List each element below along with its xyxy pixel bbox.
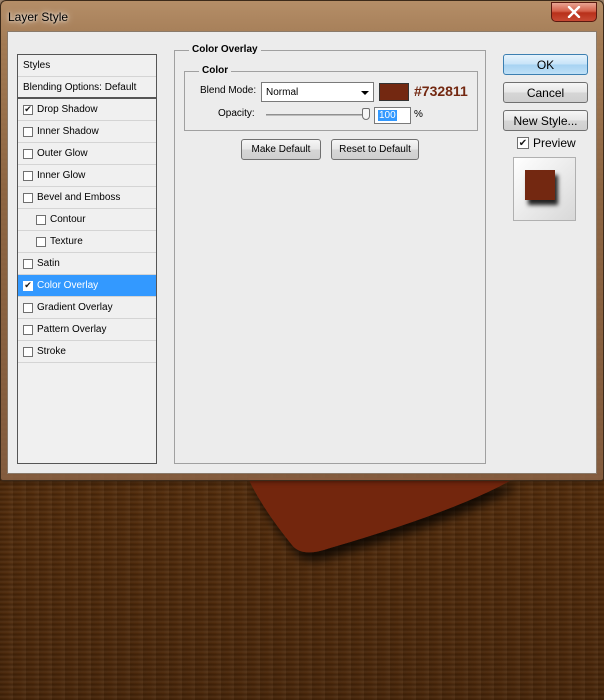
- chevron-down-icon: [361, 91, 369, 95]
- close-button[interactable]: [551, 2, 597, 22]
- ok-button[interactable]: OK: [503, 54, 588, 75]
- style-checkbox[interactable]: [23, 126, 33, 137]
- blend-mode-select[interactable]: Normal: [261, 82, 374, 102]
- style-item-bevel-and-emboss[interactable]: Bevel and Emboss: [18, 187, 156, 209]
- ok-label: OK: [536, 57, 555, 72]
- style-item-label: Satin: [37, 258, 60, 269]
- style-item-label: Outer Glow: [37, 148, 88, 159]
- styles-header[interactable]: Styles: [18, 55, 156, 77]
- style-item-color-overlay[interactable]: ✔ Color Overlay: [18, 275, 156, 297]
- style-item-inner-glow[interactable]: Inner Glow: [18, 165, 156, 187]
- opacity-slider-track[interactable]: [266, 114, 370, 116]
- style-item-drop-shadow[interactable]: ✔ Drop Shadow: [18, 99, 156, 121]
- style-checkbox[interactable]: [23, 346, 33, 357]
- make-default-button[interactable]: Make Default: [241, 139, 321, 160]
- title-bar[interactable]: Layer Style: [1, 1, 603, 31]
- checkmark-icon: ✔: [518, 137, 528, 149]
- window-title: Layer Style: [8, 10, 69, 24]
- style-item-label: Gradient Overlay: [37, 302, 113, 313]
- style-item-label: Stroke: [37, 346, 66, 357]
- checkmark-icon: ✔: [24, 104, 32, 114]
- style-item-label: Color Overlay: [37, 280, 99, 291]
- preview-checkbox[interactable]: ✔: [517, 137, 529, 149]
- cancel-button[interactable]: Cancel: [503, 82, 588, 103]
- opacity-label: Opacity:: [218, 108, 255, 119]
- opacity-unit: %: [414, 109, 423, 120]
- close-icon: [567, 6, 581, 18]
- style-item-texture[interactable]: Texture: [18, 231, 156, 253]
- make-default-label: Make Default: [251, 144, 311, 155]
- envelope-flap: [248, 478, 515, 553]
- style-preview: [513, 157, 576, 221]
- style-checkbox[interactable]: [23, 324, 33, 335]
- style-checkbox[interactable]: [23, 192, 33, 203]
- style-checkbox[interactable]: [36, 214, 46, 225]
- blending-options-item[interactable]: Blending Options: Default: [18, 77, 156, 99]
- style-checkbox[interactable]: [23, 148, 33, 159]
- style-item-contour[interactable]: Contour: [18, 209, 156, 231]
- style-item-label: Texture: [50, 236, 83, 247]
- style-checkbox[interactable]: [23, 170, 33, 181]
- style-item-stroke[interactable]: Stroke: [18, 341, 156, 363]
- reset-to-default-button[interactable]: Reset to Default: [331, 139, 419, 160]
- new-style-label: New Style...: [513, 113, 578, 128]
- checkmark-icon: ✔: [24, 280, 32, 290]
- reset-to-default-label: Reset to Default: [339, 144, 411, 155]
- color-group-title: Color: [199, 65, 232, 76]
- new-style-button[interactable]: New Style...: [503, 110, 588, 131]
- style-item-label: Contour: [50, 214, 86, 225]
- style-checkbox[interactable]: [23, 258, 33, 269]
- preview-toggle[interactable]: ✔ Preview: [517, 136, 576, 150]
- style-checkbox[interactable]: [23, 302, 33, 313]
- opacity-value: 100: [378, 110, 397, 121]
- style-checkbox[interactable]: ✔: [23, 280, 33, 291]
- color-overlay-panel: Color Overlay Color Blend Mode: Normal #…: [174, 44, 486, 464]
- style-item-label: Pattern Overlay: [37, 324, 107, 335]
- styles-list: Styles Blending Options: Default ✔ Drop S…: [17, 54, 157, 464]
- style-item-pattern-overlay[interactable]: Pattern Overlay: [18, 319, 156, 341]
- opacity-slider-thumb[interactable]: [362, 108, 370, 120]
- style-item-label: Drop Shadow: [37, 104, 98, 115]
- color-hex-label: #732811: [414, 83, 468, 99]
- preview-label: Preview: [533, 136, 576, 150]
- panel-title: Color Overlay: [189, 44, 261, 55]
- cancel-label: Cancel: [526, 85, 565, 100]
- preview-swatch: [525, 170, 555, 200]
- style-item-satin[interactable]: Satin: [18, 253, 156, 275]
- styles-header-label: Styles: [23, 60, 51, 71]
- style-item-label: Inner Shadow: [37, 126, 99, 137]
- color-swatch[interactable]: [379, 83, 409, 101]
- blend-mode-label: Blend Mode:: [200, 85, 257, 96]
- layer-style-dialog: Layer Style Styles Blending Options: Def…: [0, 0, 604, 481]
- style-item-label: Bevel and Emboss: [37, 192, 121, 203]
- style-item-label: Inner Glow: [37, 170, 86, 181]
- style-item-inner-shadow[interactable]: Inner Shadow: [18, 121, 156, 143]
- dialog-client: Styles Blending Options: Default ✔ Drop S…: [7, 31, 597, 474]
- style-item-outer-glow[interactable]: Outer Glow: [18, 143, 156, 165]
- style-checkbox[interactable]: ✔: [23, 104, 33, 115]
- opacity-input[interactable]: 100: [374, 107, 411, 124]
- style-item-gradient-overlay[interactable]: Gradient Overlay: [18, 297, 156, 319]
- color-group: Color Blend Mode: Normal #732811 Opacity…: [184, 65, 478, 131]
- blend-mode-value: Normal: [266, 87, 299, 98]
- blending-options-label: Blending Options: Default: [23, 81, 137, 93]
- style-checkbox[interactable]: [36, 236, 46, 247]
